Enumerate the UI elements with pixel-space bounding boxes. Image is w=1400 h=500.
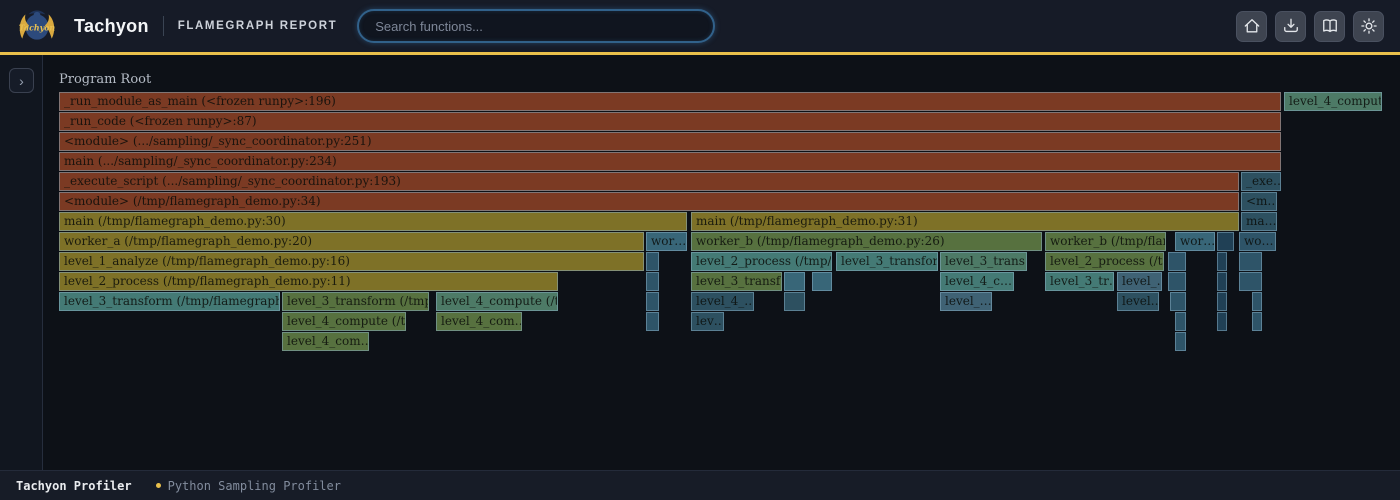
docs-button[interactable] bbox=[1314, 11, 1345, 42]
search-input[interactable] bbox=[357, 9, 715, 43]
flame-bar[interactable]: _run_code (<frozen runpy>:87) bbox=[59, 112, 1281, 131]
flame-bar[interactable]: <module> (/tmp/flamegraph_demo.py:34) bbox=[59, 192, 1239, 211]
flame-bar[interactable] bbox=[784, 292, 805, 311]
flame-bar[interactable]: <m… bbox=[1241, 192, 1277, 211]
status-bar: Tachyon Profiler Python Sampling Profile… bbox=[0, 470, 1400, 500]
flame-bar[interactable] bbox=[1175, 332, 1186, 351]
chevron-right-icon: › bbox=[19, 74, 24, 88]
report-type-label: FLAMEGRAPH REPORT bbox=[178, 20, 337, 32]
flame-bar[interactable]: level_1_analyze (/tmp/flamegraph_demo.py… bbox=[59, 252, 644, 271]
flame-bar[interactable]: level_4_com… bbox=[436, 312, 522, 331]
status-dot-icon bbox=[156, 483, 161, 488]
flame-bar[interactable]: level_3_transform (/tmp/flamegraph_dem… bbox=[59, 292, 280, 311]
app-body: › Program Root _run_module_as_main (<fro… bbox=[0, 55, 1400, 470]
app-title: Tachyon bbox=[74, 16, 149, 37]
flame-bar[interactable] bbox=[1217, 252, 1227, 271]
flame-bar[interactable] bbox=[1217, 232, 1234, 251]
flame-bar[interactable]: level_… bbox=[940, 292, 992, 311]
download-icon bbox=[1281, 16, 1301, 36]
sidebar-expand-button[interactable]: › bbox=[9, 68, 34, 93]
flame-bar[interactable]: _execute_script (.../sampling/_sync_coor… bbox=[59, 172, 1239, 191]
flame-bar[interactable]: wor… bbox=[1175, 232, 1215, 251]
flame-bar[interactable] bbox=[1217, 312, 1227, 331]
tachyon-logo-icon: Tachyon bbox=[16, 5, 58, 47]
flame-bar[interactable]: level_… bbox=[1117, 272, 1162, 291]
flame-bar[interactable] bbox=[812, 272, 832, 291]
flame-bar[interactable]: level_4_compute (/t… bbox=[282, 312, 406, 331]
flame-bar[interactable] bbox=[646, 292, 659, 311]
flame-bar[interactable] bbox=[784, 272, 805, 291]
svg-text:Tachyon: Tachyon bbox=[19, 24, 55, 33]
flame-bar[interactable]: main (.../sampling/_sync_coordinator.py:… bbox=[59, 152, 1281, 171]
flame-bar[interactable]: wo… bbox=[1239, 232, 1276, 251]
flame-bar[interactable]: lev… bbox=[691, 312, 724, 331]
flame-bar[interactable]: level_4_c… bbox=[940, 272, 1014, 291]
flame-bar[interactable]: level_2_process (/tmp/fla… bbox=[691, 252, 832, 271]
flame-bar[interactable]: level… bbox=[1117, 292, 1159, 311]
flame-bar[interactable] bbox=[1168, 272, 1186, 291]
flame-bar[interactable]: level_4_comput… bbox=[1284, 92, 1382, 111]
flame-bar[interactable]: worker_a (/tmp/flamegraph_demo.py:20) bbox=[59, 232, 644, 251]
app-header: Tachyon Tachyon FLAMEGRAPH REPORT bbox=[0, 0, 1400, 55]
flame-bar[interactable]: wor… bbox=[646, 232, 687, 251]
flame-bar[interactable]: level_3_transform… bbox=[836, 252, 938, 271]
flame-bar[interactable]: level_3_transform (/tmp/fl… bbox=[282, 292, 429, 311]
flame-bar[interactable] bbox=[1252, 312, 1262, 331]
sun-icon bbox=[1359, 16, 1379, 36]
flame-bar[interactable]: main (/tmp/flamegraph_demo.py:31) bbox=[691, 212, 1239, 231]
download-button[interactable] bbox=[1275, 11, 1306, 42]
flame-bar[interactable] bbox=[646, 272, 659, 291]
flame-bar[interactable]: level_3_trans… bbox=[940, 252, 1027, 271]
flame-bar[interactable]: main (/tmp/flamegraph_demo.py:30) bbox=[59, 212, 687, 231]
flame-bar[interactable]: level_4_… bbox=[691, 292, 754, 311]
flame-bar[interactable]: ma… bbox=[1241, 212, 1277, 231]
flame-bar[interactable]: worker_b (/tmp/flame… bbox=[1045, 232, 1166, 251]
flame-bar[interactable] bbox=[646, 252, 659, 271]
flame-bar[interactable]: <module> (.../sampling/_sync_coordinator… bbox=[59, 132, 1281, 151]
header-divider bbox=[163, 16, 164, 36]
flame-bar[interactable] bbox=[1239, 252, 1262, 271]
flame-bar[interactable]: worker_b (/tmp/flamegraph_demo.py:26) bbox=[691, 232, 1042, 251]
status-app-name: Tachyon Profiler bbox=[16, 479, 132, 493]
book-icon bbox=[1320, 16, 1340, 36]
status-subtitle: Python Sampling Profiler bbox=[168, 479, 341, 493]
flame-bar[interactable]: level_3_transf… bbox=[691, 272, 782, 291]
flame-bar[interactable] bbox=[1217, 272, 1227, 291]
flame-bar[interactable] bbox=[1217, 292, 1227, 311]
flame-bar[interactable] bbox=[1168, 252, 1186, 271]
flame-bar[interactable] bbox=[646, 312, 659, 331]
header-actions bbox=[1236, 11, 1384, 42]
flame-bar[interactable]: level_3_tr… bbox=[1045, 272, 1114, 291]
flamegraph-root-label: Program Root bbox=[59, 72, 151, 87]
flame-bar[interactable] bbox=[1252, 292, 1262, 311]
flame-bar[interactable]: level_4_com… bbox=[282, 332, 369, 351]
flame-bar[interactable]: level_2_process (/tm… bbox=[1045, 252, 1164, 271]
home-button[interactable] bbox=[1236, 11, 1267, 42]
sidebar: › bbox=[0, 55, 43, 470]
flamegraph: Program Root _run_module_as_main (<froze… bbox=[43, 55, 1400, 470]
flame-bar[interactable] bbox=[1170, 292, 1186, 311]
flame-bar[interactable]: _run_module_as_main (<frozen runpy>:196) bbox=[59, 92, 1281, 111]
flame-bar[interactable] bbox=[1239, 272, 1262, 291]
theme-button[interactable] bbox=[1353, 11, 1384, 42]
flame-bar[interactable]: level_4_compute (/t… bbox=[436, 292, 558, 311]
flame-bar[interactable]: _exe… bbox=[1241, 172, 1281, 191]
home-icon bbox=[1242, 16, 1262, 36]
flame-bar[interactable] bbox=[1175, 312, 1186, 331]
flame-bar[interactable]: level_2_process (/tmp/flamegraph_demo.py… bbox=[59, 272, 558, 291]
